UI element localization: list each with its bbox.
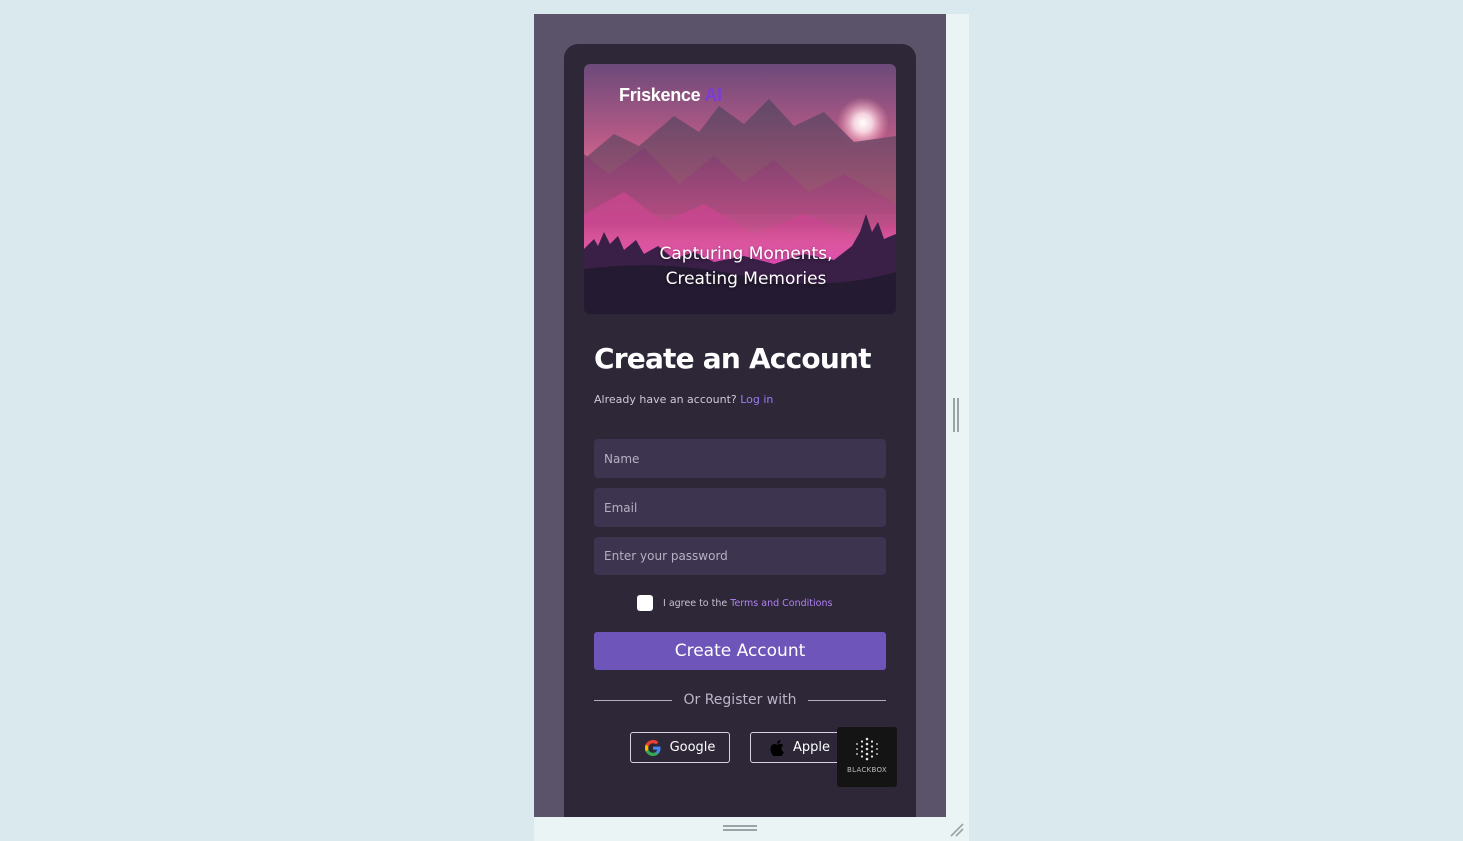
password-input[interactable]: [594, 537, 886, 575]
login-link[interactable]: Log in: [740, 393, 773, 406]
terms-link[interactable]: Terms and Conditions: [730, 598, 832, 609]
terms-checkbox[interactable]: [637, 595, 653, 611]
signup-card: Friskence AI Capturing Moments, Creating …: [564, 44, 916, 817]
blackbox-logo-icon: [856, 737, 878, 761]
page-title: Create an Account: [594, 342, 872, 375]
google-icon: [644, 739, 661, 756]
mobile-viewport: Friskence AI Capturing Moments, Creating …: [534, 14, 946, 817]
google-label: Google: [669, 740, 716, 755]
name-input[interactable]: [594, 439, 886, 478]
terms-label: I agree to the Terms and Conditions: [663, 598, 832, 609]
blackbox-label: BLACKBOX: [847, 766, 887, 774]
create-account-button[interactable]: Create Account: [594, 632, 886, 670]
login-prompt-text: Already have an account?: [594, 393, 737, 406]
terms-row: I agree to the Terms and Conditions: [637, 595, 832, 611]
brand-name: Friskence: [619, 85, 701, 105]
blackbox-widget[interactable]: BLACKBOX: [837, 727, 897, 787]
tagline-line-2: Creating Memories: [665, 269, 827, 289]
divider-line-right: [808, 700, 886, 701]
resize-corner-icon[interactable]: [948, 821, 964, 837]
brand-logo: Friskence AI: [619, 85, 722, 106]
device-frame: Friskence AI Capturing Moments, Creating …: [534, 14, 969, 841]
apple-label: Apple: [792, 740, 830, 755]
resize-handle-bottom[interactable]: [723, 825, 757, 831]
brand-suffix: AI: [704, 85, 722, 105]
hero-tagline: Capturing Moments, Creating Memories: [636, 242, 856, 292]
register-divider: Or Register with: [594, 690, 886, 710]
terms-prefix: I agree to the: [663, 597, 728, 609]
apple-signup-button[interactable]: Apple: [750, 732, 850, 763]
google-signup-button[interactable]: Google: [630, 732, 730, 763]
tagline-line-1: Capturing Moments,: [659, 244, 833, 264]
resize-handle-side[interactable]: [953, 398, 959, 432]
hero-image: Friskence AI Capturing Moments, Creating …: [584, 64, 896, 314]
login-prompt: Already have an account? Log in: [594, 393, 773, 406]
email-input[interactable]: [594, 488, 886, 527]
apple-icon: [770, 739, 784, 756]
